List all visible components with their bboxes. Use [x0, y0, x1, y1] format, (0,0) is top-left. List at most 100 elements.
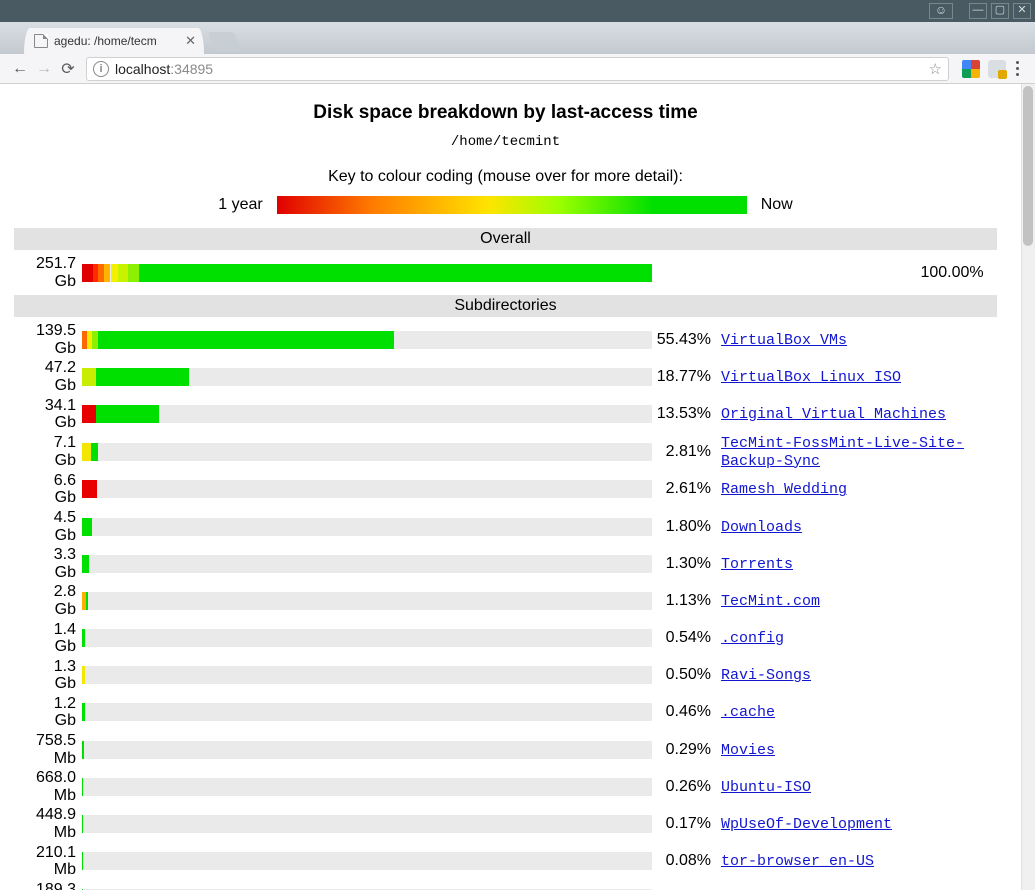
row-size: 1.2Gb: [14, 694, 82, 731]
page-title: Disk space breakdown by last-access time: [14, 102, 997, 124]
row-size: 758.5Mb: [14, 731, 82, 768]
table-row: 6.6Gb2.61%Ramesh Wedding: [14, 471, 997, 508]
row-link[interactable]: Original Virtual Machines: [721, 406, 946, 423]
bookmark-star-icon[interactable]: ☆: [929, 60, 942, 78]
row-bar[interactable]: [82, 518, 652, 536]
row-size: 6.6Gb: [14, 471, 82, 508]
color-key-caption: Key to colour coding (mouse over for mor…: [14, 168, 997, 186]
row-bar[interactable]: [82, 443, 652, 461]
overall-row: 251.7Gb 100.00%: [14, 254, 997, 291]
row-size: 210.1Mb: [14, 843, 82, 880]
row-percent: 0.29%: [652, 731, 717, 768]
minimize-button[interactable]: —: [969, 3, 987, 19]
row-link[interactable]: .cache: [721, 704, 775, 721]
row-link[interactable]: Movies: [721, 742, 775, 759]
reload-button[interactable]: ⟳: [56, 57, 80, 81]
row-link[interactable]: Ravi-Songs: [721, 667, 811, 684]
color-key-left-label: 1 year: [218, 196, 262, 214]
table-row: 758.5Mb 0.29%Movies: [14, 731, 997, 768]
row-bar[interactable]: [82, 555, 652, 573]
extension-icon-puzzle[interactable]: [987, 59, 1007, 79]
row-size: 2.8Gb: [14, 582, 82, 619]
row-percent: 0.50%: [652, 657, 717, 694]
row-link[interactable]: .config: [721, 630, 784, 647]
scrollbar-thumb[interactable]: [1023, 86, 1033, 246]
row-bar[interactable]: [82, 703, 652, 721]
table-row: 1.2Gb 0.46%.cache: [14, 694, 997, 731]
row-size: 34.1Gb: [14, 396, 82, 433]
tab-close-icon[interactable]: ✕: [185, 33, 196, 49]
row-bar[interactable]: [82, 815, 652, 833]
row-bar[interactable]: [82, 480, 652, 498]
row-bar[interactable]: [82, 331, 652, 349]
row-link[interactable]: TecMint.com: [721, 593, 820, 610]
row-percent: 2.81%: [652, 433, 717, 471]
row-bar[interactable]: [82, 852, 652, 870]
table-row: 189.3Mb0.07%Ravi Resume Theme WordPress: [14, 880, 997, 890]
row-link[interactable]: tor-browser_en-US: [721, 853, 874, 870]
row-percent: 0.17%: [652, 805, 717, 842]
color-gradient-bar[interactable]: [277, 196, 747, 214]
table-row: 2.8Gb 1.13%TecMint.com: [14, 582, 997, 619]
table-row: 34.1Gb13.53%Original Virtual Machines: [14, 396, 997, 433]
tab-title: agedu: /home/tecm: [54, 34, 181, 48]
row-percent: 1.13%: [652, 582, 717, 619]
row-link[interactable]: WpUseOf-Development: [721, 816, 892, 833]
page-viewport: Disk space breakdown by last-access time…: [0, 84, 1035, 890]
row-size: 189.3Mb: [14, 880, 82, 890]
row-size: 668.0Mb: [14, 768, 82, 805]
close-window-button[interactable]: ✕: [1013, 3, 1031, 19]
table-row: 7.1Gb 2.81%TecMint-FossMint-Live-Site-Bac…: [14, 433, 997, 471]
row-link[interactable]: TecMint-FossMint-Live-Site-Backup-Sync: [721, 435, 964, 470]
row-bar[interactable]: [82, 368, 652, 386]
overall-bar[interactable]: [82, 264, 652, 282]
row-size: 7.1Gb: [14, 433, 82, 471]
url-port: :34895: [170, 61, 213, 77]
row-size: 47.2Gb: [14, 358, 82, 395]
row-percent: 0.08%: [652, 843, 717, 880]
row-bar[interactable]: [82, 666, 652, 684]
forward-button[interactable]: →: [32, 57, 56, 81]
scrollbar[interactable]: [1021, 84, 1035, 890]
user-icon[interactable]: ☺: [929, 3, 953, 19]
row-link[interactable]: VirtualBox Linux ISO: [721, 369, 901, 386]
extension-icon-colorful[interactable]: [961, 59, 981, 79]
table-row: 668.0Mb0.26%Ubuntu-ISO: [14, 768, 997, 805]
row-link[interactable]: Ramesh Wedding: [721, 481, 847, 498]
page-icon: [34, 34, 48, 48]
row-percent: 1.30%: [652, 545, 717, 582]
site-info-icon[interactable]: i: [93, 61, 109, 77]
table-row: 210.1Mb 0.08%tor-browser_en-US: [14, 843, 997, 880]
table-row: 1.4Gb0.54%.config: [14, 620, 997, 657]
row-link[interactable]: VirtualBox VMs: [721, 332, 847, 349]
browser-menu-button[interactable]: [1007, 57, 1027, 81]
row-bar[interactable]: [82, 741, 652, 759]
row-percent: 0.54%: [652, 620, 717, 657]
row-bar[interactable]: [82, 778, 652, 796]
new-tab-button[interactable]: [207, 32, 242, 52]
overall-table: 251.7Gb 100.00%: [14, 254, 997, 291]
subdirectories-table: 139.5Gb55.43%VirtualBox VMs47.2Gb18.77%V…: [14, 321, 997, 890]
row-size: 4.5Gb: [14, 508, 82, 545]
row-link[interactable]: Torrents: [721, 556, 793, 573]
back-button[interactable]: ←: [8, 57, 32, 81]
table-row: 1.3Gb0.50%Ravi-Songs: [14, 657, 997, 694]
row-bar[interactable]: [82, 405, 652, 423]
overall-section-header: Overall: [14, 228, 997, 250]
current-path: /home/tecmint: [14, 134, 997, 150]
row-link[interactable]: Ubuntu-ISO: [721, 779, 811, 796]
row-percent: 55.43%: [652, 321, 717, 358]
tab-strip: agedu: /home/tecm ✕: [0, 22, 1035, 54]
table-row: 4.5Gb1.80%Downloads: [14, 508, 997, 545]
row-link[interactable]: Downloads: [721, 519, 802, 536]
row-bar[interactable]: [82, 629, 652, 647]
url-host: localhost: [115, 61, 170, 77]
browser-tab[interactable]: agedu: /home/tecm ✕: [24, 28, 204, 54]
address-bar[interactable]: i localhost :34895 ☆: [86, 57, 949, 81]
row-bar[interactable]: [82, 592, 652, 610]
row-percent: 0.46%: [652, 694, 717, 731]
table-row: 448.9Mb0.17%WpUseOf-Development: [14, 805, 997, 842]
maximize-button[interactable]: ▢: [991, 3, 1009, 19]
row-percent: 0.07%: [652, 880, 717, 890]
subdirs-section-header: Subdirectories: [14, 295, 997, 317]
